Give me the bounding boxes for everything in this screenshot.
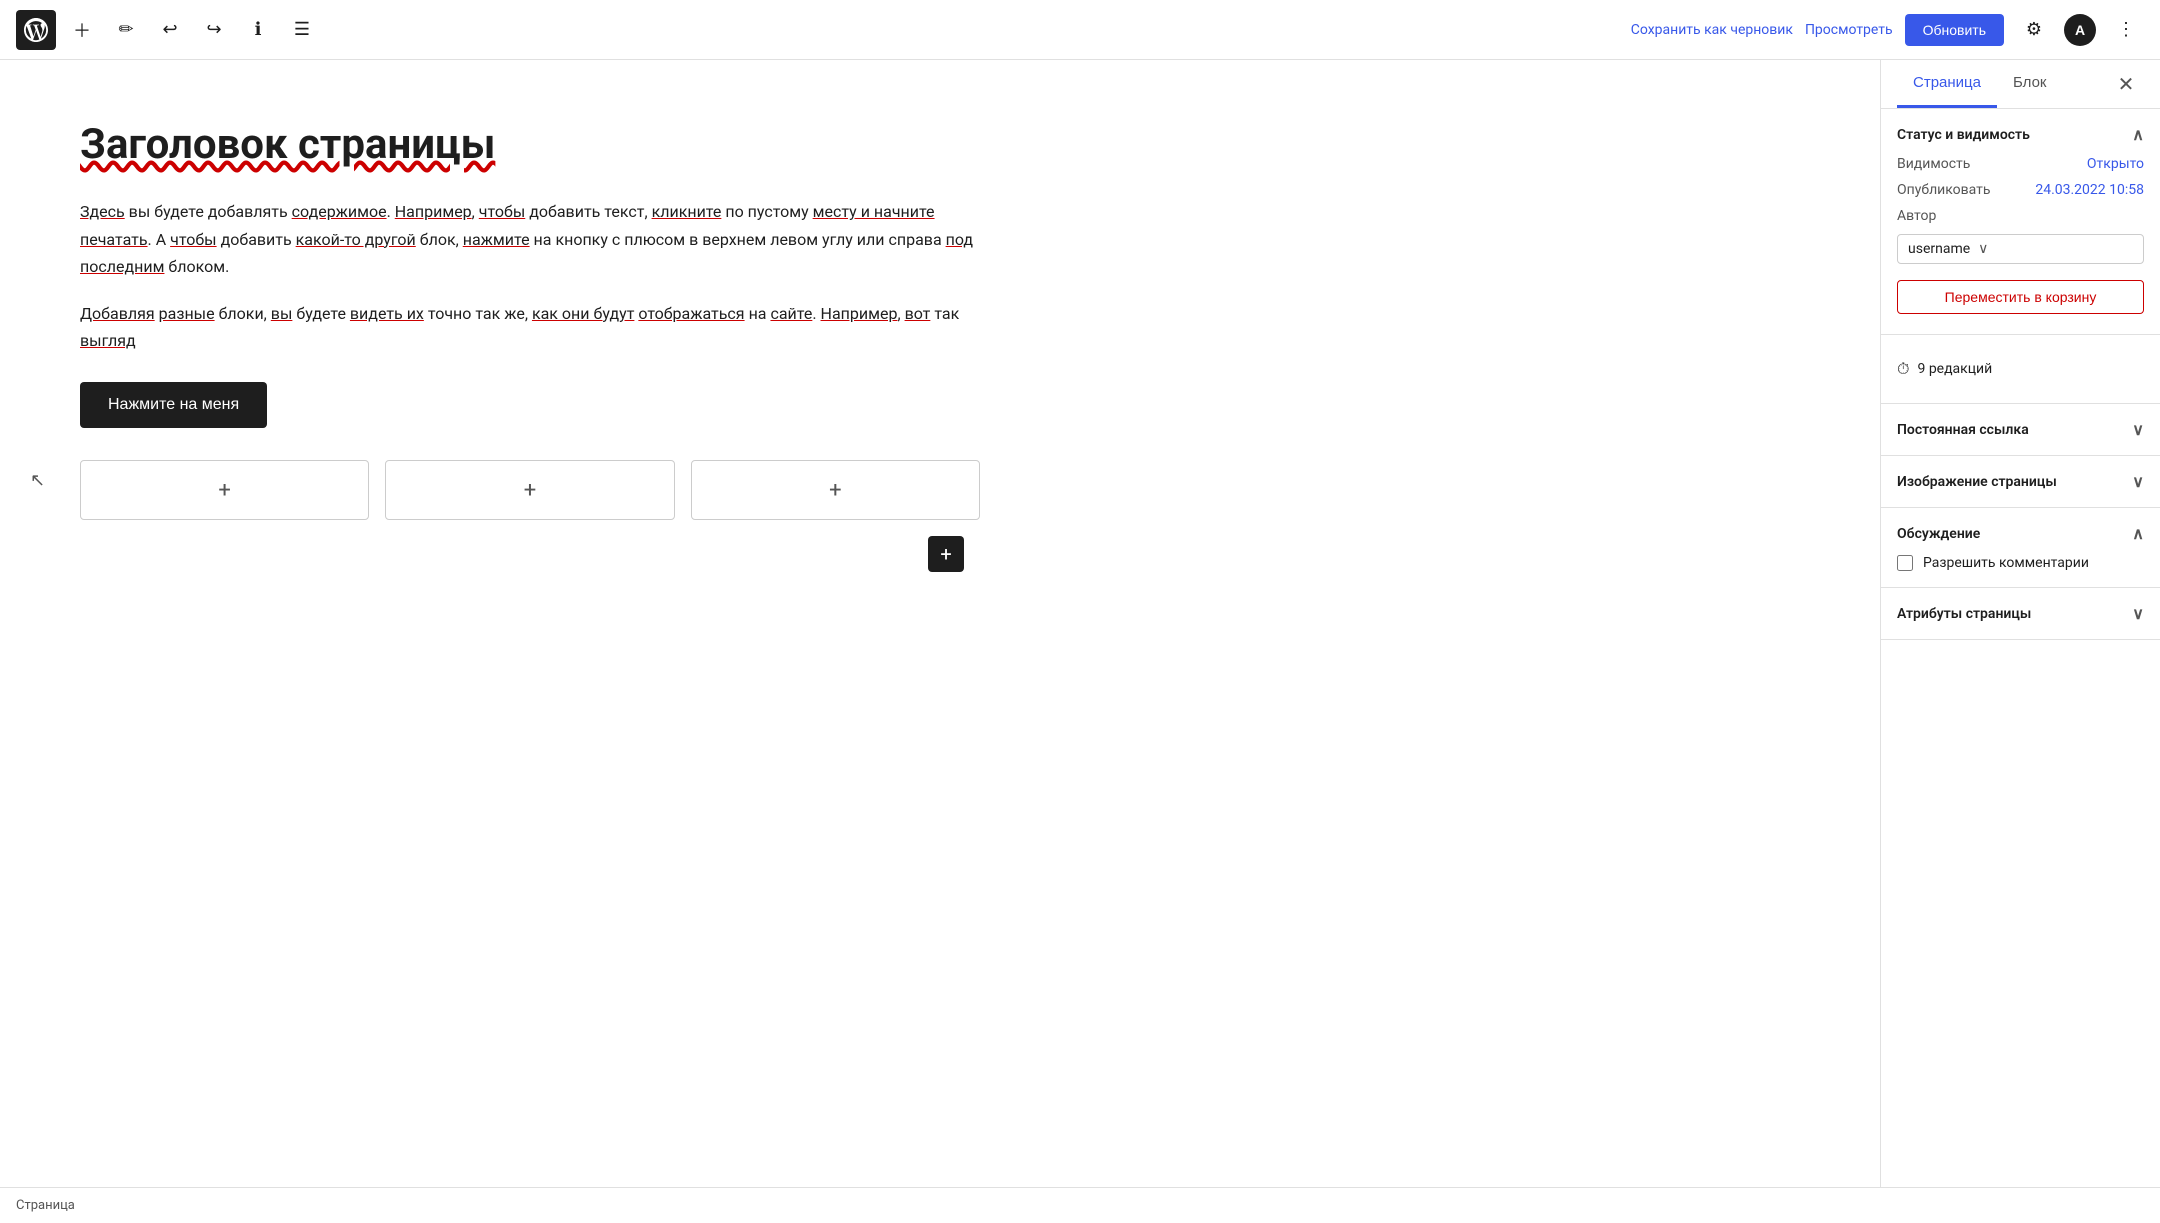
undo-button[interactable]: ↩ [152, 12, 188, 48]
save-draft-link[interactable]: Сохранить как черновик [1631, 22, 1793, 38]
chevron-down-page-attrs-icon: ∨ [2132, 604, 2144, 623]
more-options-button[interactable]: ⋮ [2108, 12, 2144, 48]
section-page-image-header[interactable]: Изображение страницы ∨ [1897, 472, 2144, 491]
publish-label: Опубликовать [1897, 182, 1991, 198]
settings-button[interactable]: ⚙ [2016, 12, 2052, 48]
add-block-bottom-button[interactable]: + [928, 536, 964, 572]
allow-comments-checkbox[interactable] [1897, 555, 1913, 571]
section-permalink-label: Постоянная ссылка [1897, 422, 2029, 438]
publish-row: Опубликовать 24.03.2022 10:58 [1897, 182, 2144, 198]
block-placeholder-1[interactable]: + [80, 460, 369, 520]
text-to-add2: чтобы [170, 230, 216, 249]
text-press: нажмите [463, 230, 530, 249]
text-place: месту и начните [813, 202, 935, 221]
info-button[interactable]: ℹ [240, 12, 276, 48]
author-name: username [1908, 241, 1970, 257]
paragraph-1: Здесь вы будете добавлять содержимое. На… [80, 198, 980, 280]
text-block-type: какой-то другой [296, 230, 416, 249]
chevron-down-permalink-icon: ∨ [2132, 420, 2144, 439]
section-page-attrs-label: Атрибуты страницы [1897, 606, 2031, 622]
section-page-image-label: Изображение страницы [1897, 474, 2057, 490]
text-last: последним [80, 257, 164, 276]
block-placeholder-2[interactable]: + [385, 460, 674, 520]
tab-page[interactable]: Страница [1897, 60, 1997, 108]
visibility-value[interactable]: Открыто [2087, 156, 2144, 172]
user-avatar-button[interactable]: A [2064, 14, 2096, 46]
text-here: Здесь [80, 202, 125, 221]
chevron-up-icon: ∧ [2132, 125, 2144, 144]
section-page-image: Изображение страницы ∨ [1881, 456, 2160, 508]
text-click: кликните [652, 202, 722, 221]
chevron-up-discussion-icon: ∧ [2132, 524, 2144, 543]
topbar-left: ＋ ✏ ↩ ↪ ℹ ☰ [16, 10, 320, 50]
section-page-attrs-header[interactable]: Атрибуты страницы ∨ [1897, 604, 2144, 623]
paragraph-2: Добавляя разные блоки, вы будете видеть … [80, 300, 980, 354]
sidebar: Страница Блок ✕ Статус и видимость ∧ Вид… [1880, 60, 2160, 1187]
main-layout: Заголовок страницы Здесь вы будете добав… [0, 60, 2160, 1187]
section-status-header[interactable]: Статус и видимость ∧ [1897, 125, 2144, 144]
section-permalink: Постоянная ссылка ∨ [1881, 404, 2160, 456]
redo-button[interactable]: ↪ [196, 12, 232, 48]
update-button[interactable]: Обновить [1905, 14, 2004, 46]
demo-button[interactable]: Нажмите на меня [80, 382, 267, 428]
status-bar: Страница [0, 1187, 2160, 1223]
chevron-down-page-image-icon: ∨ [2132, 472, 2144, 491]
visibility-label: Видимость [1897, 156, 1970, 172]
chevron-down-icon: ∨ [1978, 241, 1988, 257]
topbar: ＋ ✏ ↩ ↪ ℹ ☰ Сохранить как черновик Просм… [0, 0, 2160, 60]
tab-block[interactable]: Блок [1997, 60, 2063, 108]
publish-value[interactable]: 24.03.2022 10:58 [2035, 182, 2144, 198]
section-discussion-label: Обсуждение [1897, 526, 1980, 542]
text-to-add: чтобы [479, 202, 525, 221]
revisions-row[interactable]: ⏱ 9 редакций [1897, 351, 2144, 387]
section-revisions: ⏱ 9 редакций [1881, 335, 2160, 404]
allow-comments-label: Разрешить комментарии [1923, 555, 2089, 571]
allow-comments-row: Разрешить комментарии [1897, 555, 2144, 571]
tools-button[interactable]: ✏ [108, 12, 144, 48]
visibility-row: Видимость Открыто [1897, 156, 2144, 172]
section-page-attrs: Атрибуты страницы ∨ [1881, 588, 2160, 640]
text-under: под [946, 230, 973, 249]
author-select[interactable]: username ∨ [1897, 234, 2144, 264]
clock-icon: ⏱ [1897, 359, 1909, 379]
section-discussion: Обсуждение ∧ Разрешить комментарии [1881, 508, 2160, 588]
preview-link[interactable]: Просмотреть [1805, 22, 1893, 38]
editor-area[interactable]: Заголовок страницы Здесь вы будете добав… [0, 60, 1880, 1187]
sidebar-tabs: Страница Блок ✕ [1881, 60, 2160, 109]
wordpress-logo[interactable] [16, 10, 56, 50]
block-placeholder-3[interactable]: + [691, 460, 980, 520]
text-example: Например [395, 202, 472, 221]
cursor: ↖ [30, 470, 45, 491]
section-discussion-header[interactable]: Обсуждение ∧ [1897, 524, 2144, 543]
author-label: Автор [1897, 208, 1936, 224]
text-print: печатать [80, 230, 148, 249]
list-view-button[interactable]: ☰ [284, 12, 320, 48]
text-content: содержимое [292, 202, 387, 221]
revisions-label: 9 редакций [1917, 361, 1992, 377]
page-title[interactable]: Заголовок страницы [80, 120, 1800, 170]
section-permalink-header[interactable]: Постоянная ссылка ∨ [1897, 420, 2144, 439]
section-status-label: Статус и видимость [1897, 127, 2030, 143]
section-status-visibility: Статус и видимость ∧ Видимость Открыто О… [1881, 109, 2160, 335]
move-to-trash-button[interactable]: Переместить в корзину [1897, 280, 2144, 314]
status-bar-label: Страница [16, 1198, 75, 1213]
sidebar-close-button[interactable]: ✕ [2108, 66, 2144, 102]
blocks-row: + + + [80, 460, 980, 520]
author-row: Автор [1897, 208, 2144, 224]
add-block-button[interactable]: ＋ [64, 12, 100, 48]
topbar-right: Сохранить как черновик Просмотреть Обнов… [1631, 12, 2144, 48]
